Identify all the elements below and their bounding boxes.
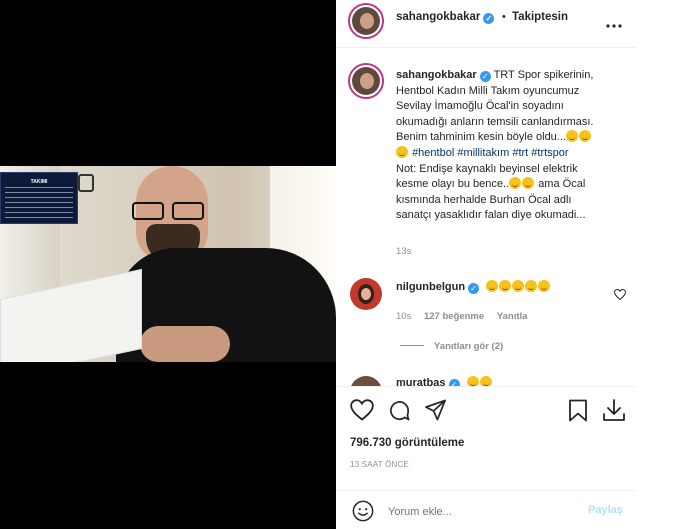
- comment-input[interactable]: [386, 502, 580, 522]
- caption-avatar[interactable]: [348, 63, 384, 99]
- caption-verified-icon: ✓: [479, 71, 491, 82]
- comment-likes[interactable]: 127 beğenme: [424, 311, 484, 322]
- caption-line-8: kesme olayı bu bence..: [396, 178, 510, 191]
- more-dots-icon[interactable]: [606, 15, 622, 28]
- author-avatar[interactable]: [348, 3, 384, 39]
- view-replies-row[interactable]: Yanıtları gör (2): [400, 341, 503, 352]
- commenter-avatar[interactable]: [350, 278, 382, 310]
- video-player[interactable]: TAKIMI: [0, 166, 336, 362]
- caption-hashtags[interactable]: #hentbol #millitakım #trt #trtspor: [412, 147, 569, 159]
- media-panel: TAKIMI: [0, 0, 336, 529]
- share-paper-plane-icon[interactable]: [424, 399, 447, 426]
- post-age[interactable]: 13 SAAT ÖNCE: [350, 460, 409, 469]
- person-arm: [140, 326, 230, 362]
- caption-line-9: kısmında herhalde Burhan Öcal adlı: [396, 193, 572, 206]
- author-username[interactable]: sahangokbakar ✓: [396, 11, 495, 24]
- caption-line-1: TRT Spor spikerinin,: [493, 69, 594, 81]
- laughing-emoji-icon: [479, 376, 492, 386]
- comment-body: nilgunbelgun ✓: [396, 280, 551, 296]
- caption-line-8b: ama Öcal: [538, 178, 586, 191]
- next-comment-clip: muratbas ✓: [336, 372, 636, 386]
- replies-line: [400, 345, 424, 346]
- like-heart-icon[interactable]: [350, 399, 374, 426]
- bookmark-icon[interactable]: [568, 399, 588, 427]
- caption-line-4: okumadığı anların temsili canlandırması.: [396, 115, 594, 128]
- caption-block: sahangokbakar ✓ TRT Spor spikerinin, Hent…: [396, 68, 632, 224]
- tv-overlay-lines: [5, 187, 73, 219]
- laughing-emoji-icon: [565, 130, 578, 143]
- post-comment-button[interactable]: Paylaş: [588, 504, 623, 516]
- post-header: sahangokbakar ✓ • Takiptesin: [336, 0, 636, 48]
- comment-composer: Paylaş: [336, 490, 636, 530]
- tv-overlay-board: TAKIMI: [0, 172, 78, 224]
- laughing-emoji-icon: [538, 280, 551, 292]
- caption-line-3: Sevilay İmamoğlu Öcal'in soyadını: [396, 100, 564, 113]
- comment-like-heart-icon[interactable]: [613, 287, 627, 305]
- laughing-emoji-icon: [522, 177, 535, 190]
- emoji-smiley-icon[interactable]: [352, 500, 374, 527]
- follow-status-button[interactable]: Takiptesin: [512, 11, 568, 23]
- post-panel: sahangokbakar ✓ • Takiptesin sahangokbaka…: [336, 0, 636, 529]
- wall-lamp: [78, 174, 94, 192]
- next-commenter-avatar[interactable]: [350, 376, 382, 386]
- download-icon[interactable]: [602, 399, 626, 427]
- laughing-emoji-icon: [525, 280, 538, 292]
- caption-line-5: Benim tahminim kesin böyle oldu...: [396, 131, 566, 144]
- author-username-text[interactable]: sahangokbakar: [396, 11, 480, 23]
- laughing-emoji-icon: [486, 280, 499, 292]
- next-comment-verified-icon: ✓: [448, 379, 460, 386]
- laughing-emoji-icon: [499, 280, 512, 292]
- laughing-emoji-icon: [512, 280, 525, 292]
- caption-username[interactable]: sahangokbakar: [396, 69, 477, 81]
- verified-badge-icon: ✓: [483, 13, 495, 24]
- laughing-emoji-icon: [466, 376, 479, 386]
- next-comment-username[interactable]: muratbas: [396, 377, 446, 386]
- caption-line-2: Hentbol Kadın Milli Takım oyuncumuz: [396, 84, 580, 97]
- comment-bubble-icon[interactable]: [388, 399, 411, 427]
- dot-separator: •: [502, 11, 506, 23]
- page-margin: [636, 0, 690, 529]
- view-count[interactable]: 796.730 görüntüleme: [350, 437, 464, 449]
- caption-line-7: Not: Endişe kaynaklı beyinsel elektrik: [396, 162, 578, 175]
- comment-meta: 10s 127 beğenme Yanıtla: [396, 311, 527, 322]
- caption-time[interactable]: 13s: [396, 246, 411, 257]
- comment-verified-icon: ✓: [468, 283, 480, 294]
- comment-username[interactable]: nilgunbelgun: [396, 281, 465, 293]
- action-bar: [336, 386, 636, 433]
- tv-overlay-title: TAKIMI: [30, 179, 48, 185]
- comment-reply-button[interactable]: Yanıtla: [497, 311, 528, 322]
- laughing-emoji-icon: [578, 130, 591, 143]
- person-glasses: [132, 202, 208, 220]
- laughing-emoji-icon: [396, 145, 408, 158]
- caption-line-10: sanatçı yasaklıdır falan diye okumadi...: [396, 209, 586, 222]
- comment-time[interactable]: 10s: [396, 311, 411, 322]
- laughing-emoji-icon: [509, 177, 522, 190]
- view-replies-text[interactable]: Yanıtları gör (2): [434, 341, 503, 352]
